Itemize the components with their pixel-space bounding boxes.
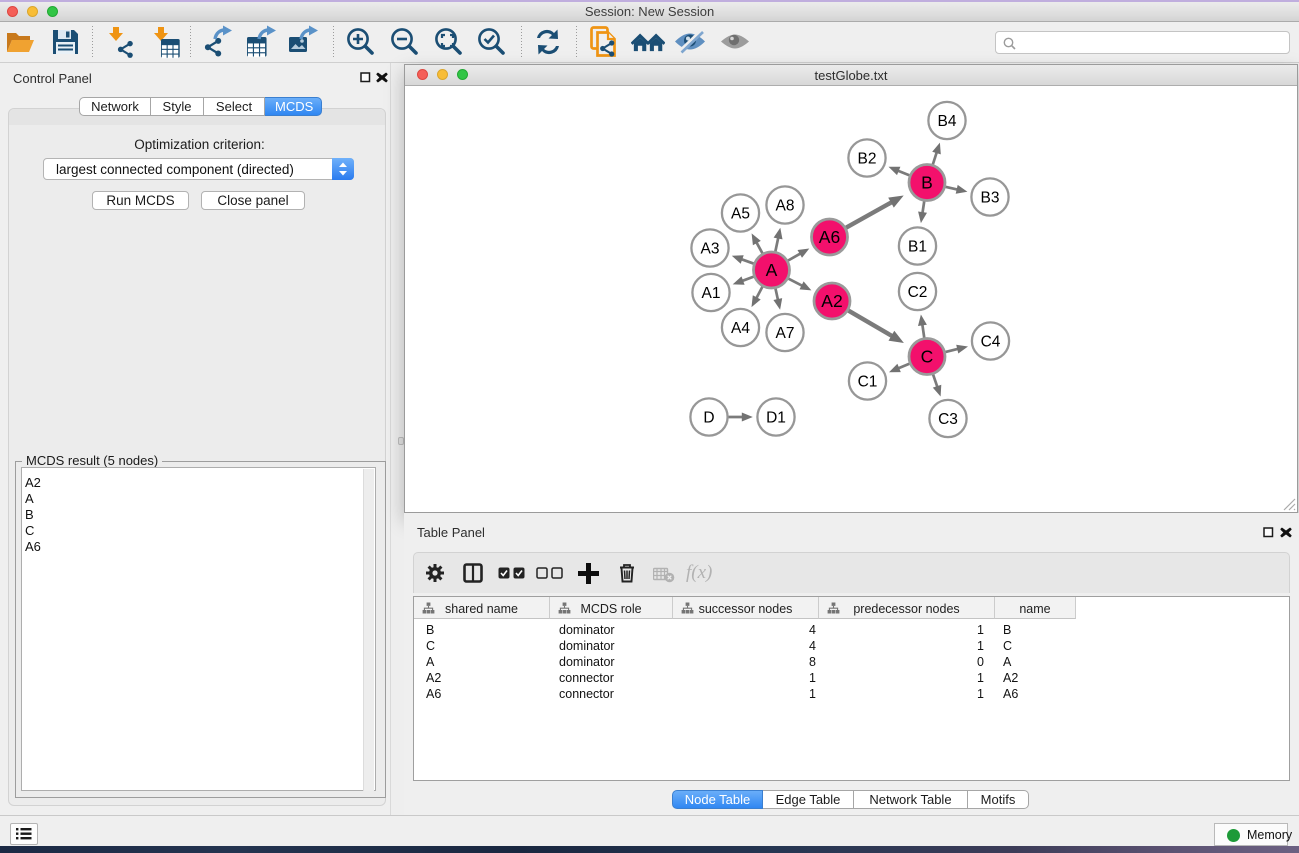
svg-text:B2: B2 [858,150,877,167]
svg-text:B3: B3 [981,189,1000,206]
svg-text:C3: C3 [938,411,958,428]
svg-text:C2: C2 [908,284,928,301]
svg-text:A3: A3 [701,240,720,257]
svg-text:A2: A2 [821,291,842,311]
svg-text:C4: C4 [981,333,1001,350]
svg-text:A7: A7 [776,325,795,342]
svg-text:C: C [921,347,934,367]
svg-text:A6: A6 [819,227,840,247]
svg-text:B4: B4 [938,113,957,130]
svg-text:A: A [766,260,778,280]
svg-text:A1: A1 [702,285,721,302]
svg-text:D: D [703,409,714,426]
svg-text:f(x): f(x) [686,562,712,583]
svg-text:D1: D1 [766,409,786,426]
svg-text:B1: B1 [908,238,927,255]
svg-text:C1: C1 [858,373,878,390]
svg-text:B: B [921,173,933,193]
svg-text:A4: A4 [731,320,750,337]
svg-text:A5: A5 [731,205,750,222]
svg-text:A8: A8 [776,197,795,214]
